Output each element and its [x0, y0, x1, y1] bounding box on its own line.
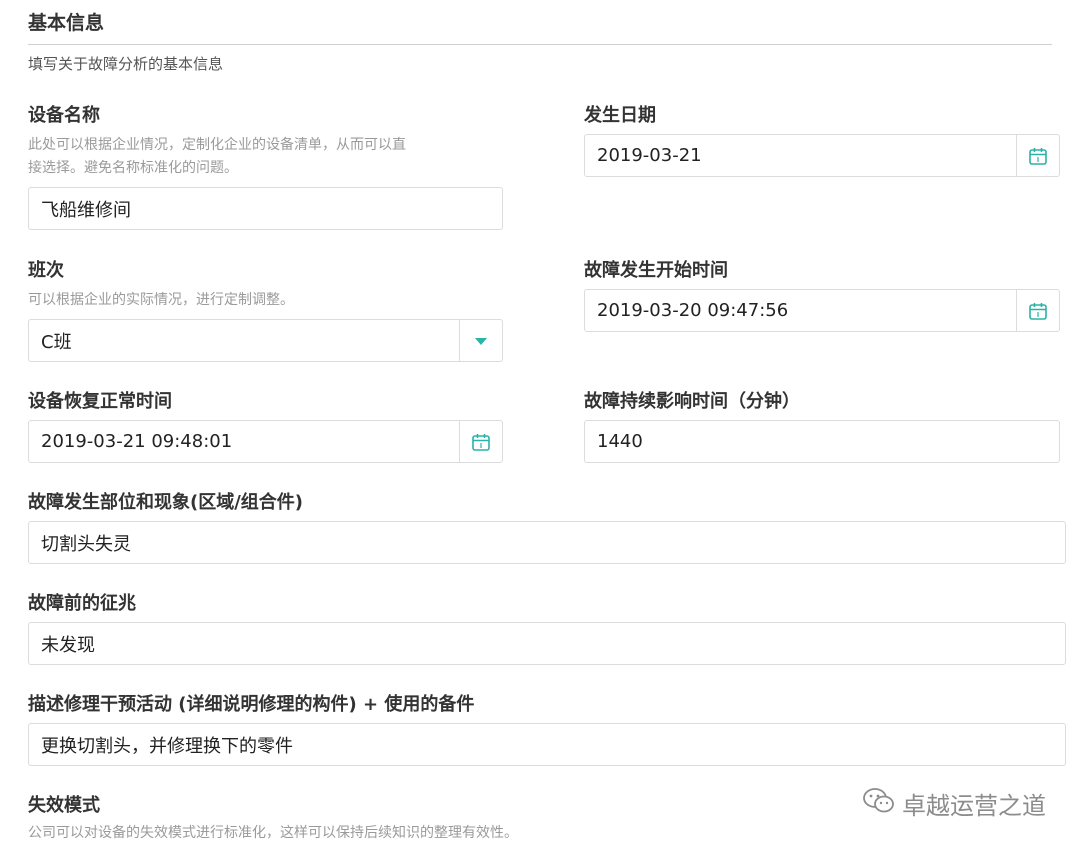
calendar-icon[interactable] [459, 421, 502, 462]
repair-activity-label: 描述修理干预活动 (详细说明修理的构件) + 使用的备件 [28, 694, 475, 715]
occurrence-date-input[interactable]: 2019-03-21 [584, 134, 1060, 177]
section-description: 填写关于故障分析的基本信息 [28, 55, 224, 73]
equipment-name-value: 飞船维修间 [41, 199, 131, 221]
repair-activity-input[interactable]: 更换切割头，并修理换下的零件 [28, 723, 1066, 766]
repair-activity-value: 更换切割头，并修理换下的零件 [41, 735, 293, 757]
equipment-name-help: 此处可以根据企业情况，定制化企业的设备清单，从而可以直 接选择。避免名称标准化的… [28, 134, 508, 180]
fault-start-time-input[interactable]: 2019-03-20 09:47:56 [584, 289, 1060, 332]
calendar-icon[interactable] [1016, 290, 1059, 331]
caret-down-icon[interactable] [459, 320, 502, 361]
fault-signs-value: 未发现 [41, 634, 95, 656]
watermark-text: 卓越运营之道 [902, 792, 1046, 820]
calendar-icon[interactable] [1016, 135, 1059, 176]
fault-start-time-label: 故障发生开始时间 [584, 260, 728, 281]
fault-signs-input[interactable]: 未发现 [28, 622, 1066, 665]
fault-location-input[interactable]: 切割头失灵 [28, 521, 1066, 564]
impact-duration-label: 故障持续影响时间（分钟） [584, 391, 800, 412]
failure-mode-help: 公司可以对设备的失效模式进行标准化，这样可以保持后续知识的整理有效性。 [28, 825, 518, 841]
recovery-time-value: 2019-03-21 09:48:01 [41, 431, 233, 452]
section-divider [28, 44, 1052, 45]
section-title: 基本信息 [28, 12, 105, 34]
wechat-icon [862, 787, 896, 821]
fault-location-value: 切割头失灵 [41, 533, 131, 555]
shift-value: C班 [41, 331, 72, 353]
shift-select[interactable]: C班 [28, 319, 503, 362]
failure-mode-label: 失效模式 [28, 795, 100, 816]
equipment-name-input[interactable]: 飞船维修间 [28, 187, 503, 230]
shift-label: 班次 [28, 260, 64, 281]
recovery-time-input[interactable]: 2019-03-21 09:48:01 [28, 420, 503, 463]
equipment-name-help-line2: 接选择。避免名称标准化的问题。 [28, 160, 238, 176]
watermark: 卓越运营之道 [862, 786, 1046, 821]
impact-duration-value: 1440 [597, 431, 643, 452]
shift-help: 可以根据企业的实际情况，进行定制调整。 [28, 292, 294, 308]
occurrence-date-value: 2019-03-21 [597, 145, 702, 166]
fault-signs-label: 故障前的征兆 [28, 593, 136, 614]
impact-duration-input[interactable]: 1440 [584, 420, 1060, 463]
equipment-name-label: 设备名称 [28, 105, 100, 126]
recovery-time-label: 设备恢复正常时间 [28, 391, 172, 412]
fault-location-label: 故障发生部位和现象(区域/组合件) [28, 492, 304, 513]
fault-start-time-value: 2019-03-20 09:47:56 [597, 300, 789, 321]
occurrence-date-label: 发生日期 [584, 105, 656, 126]
equipment-name-help-line1: 此处可以根据企业情况，定制化企业的设备清单，从而可以直 [28, 137, 406, 153]
